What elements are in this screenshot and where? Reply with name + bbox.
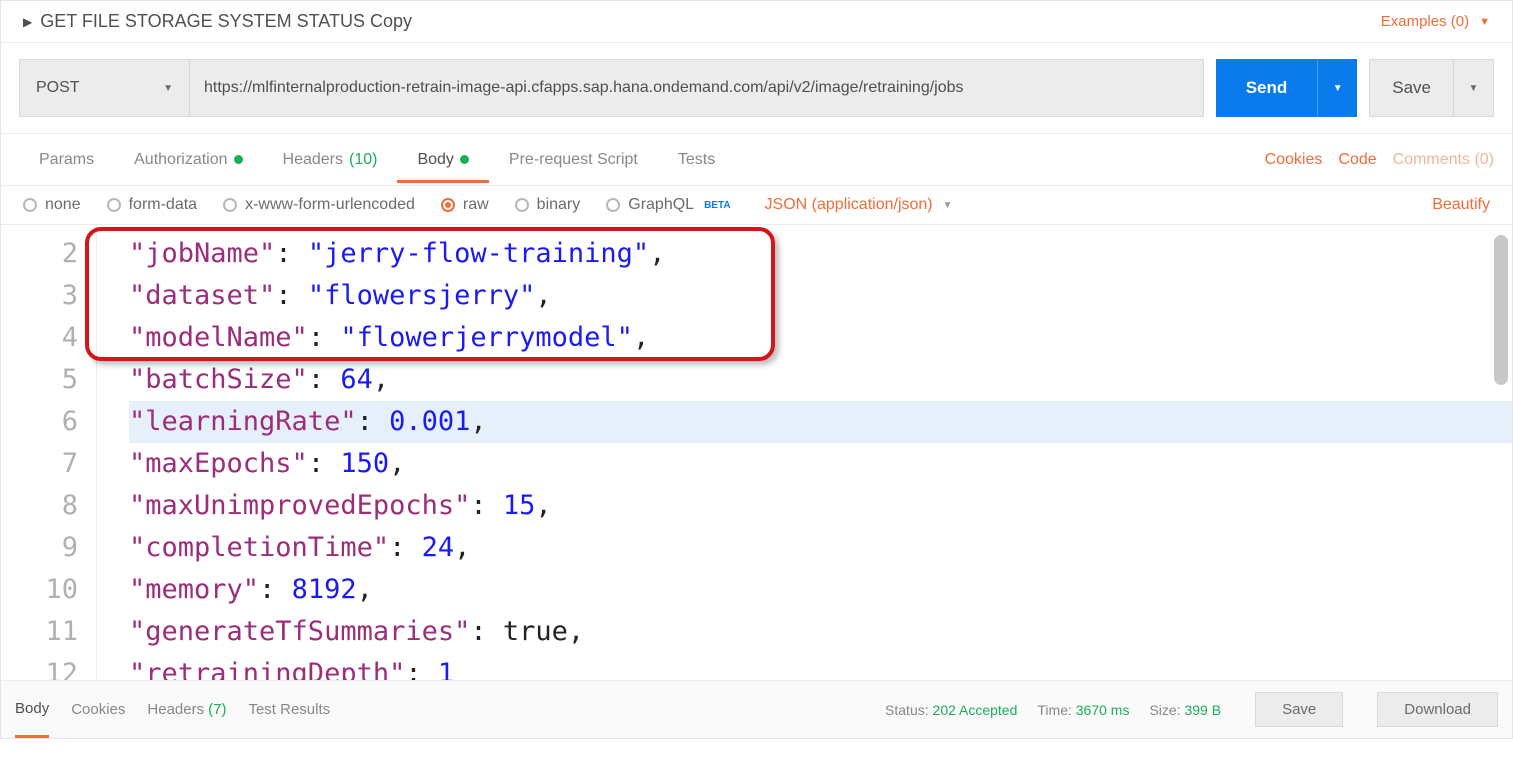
save-button[interactable]: Save (1369, 59, 1454, 117)
status-value: 202 Accepted (933, 702, 1018, 718)
size-value: 399 B (1184, 702, 1221, 718)
url-value: https://mlfinternalproduction-retrain-im… (204, 79, 964, 97)
size-block: Size: 399 B (1149, 702, 1221, 718)
request-tabs: Params Authorization Headers (10) Body P… (1, 134, 1512, 186)
ftab-body[interactable]: Body (15, 681, 49, 738)
content-type-dropdown[interactable]: JSON (application/json) ▼ (765, 196, 953, 214)
bodytype-graphql[interactable]: GraphQL BETA (606, 196, 730, 214)
time-block: Time: 3670 ms (1037, 702, 1129, 718)
code-line[interactable]: "generateTfSummaries": true, (129, 611, 1512, 653)
ftab-headers[interactable]: Headers (7) (147, 681, 226, 738)
indicator-dot-icon (460, 155, 469, 164)
chevron-down-icon: ▼ (1479, 16, 1490, 28)
bodytype-formdata[interactable]: form-data (107, 196, 197, 214)
code-line[interactable]: "modelName": "flowerjerrymodel", (129, 317, 1512, 359)
tab-label: Headers (283, 151, 343, 169)
code-line[interactable]: "maxUnimprovedEpochs": 15, (129, 485, 1512, 527)
time-value: 3670 ms (1076, 702, 1130, 718)
tab-headers[interactable]: Headers (10) (263, 137, 398, 183)
ftab-count: (7) (208, 701, 226, 718)
bodytype-xwww[interactable]: x-www-form-urlencoded (223, 196, 415, 214)
code-link[interactable]: Code (1338, 151, 1376, 169)
cookies-link[interactable]: Cookies (1265, 151, 1323, 169)
ftab-label: Headers (147, 701, 204, 718)
request-title[interactable]: GET FILE STORAGE SYSTEM STATUS Copy (40, 11, 1381, 32)
response-download-button[interactable]: Download (1377, 692, 1498, 727)
code-line[interactable]: "retrainingDepth": 1 (129, 653, 1512, 680)
code-line[interactable]: "maxEpochs": 150, (129, 443, 1512, 485)
radio-label: x-www-form-urlencoded (245, 196, 415, 214)
radio-label: binary (537, 196, 581, 214)
radio-label: raw (463, 196, 489, 214)
scrollbar-thumb[interactable] (1494, 235, 1508, 385)
chevron-down-icon: ▼ (943, 200, 953, 211)
tab-authorization[interactable]: Authorization (114, 137, 262, 183)
response-footer: Body Cookies Headers (7) Test Results St… (1, 680, 1512, 738)
radio-icon (107, 198, 121, 212)
url-input[interactable]: https://mlfinternalproduction-retrain-im… (189, 59, 1204, 117)
code-line[interactable]: "memory": 8192, (129, 569, 1512, 611)
code-line[interactable]: "batchSize": 64, (129, 359, 1512, 401)
radio-icon (515, 198, 529, 212)
bodytype-raw[interactable]: raw (441, 196, 489, 214)
save-dropdown-button[interactable]: ▼ (1454, 59, 1494, 117)
response-save-button[interactable]: Save (1255, 692, 1343, 727)
method-select[interactable]: POST ▼ (19, 59, 189, 117)
code-area[interactable]: "jobName": "jerry-flow-training","datase… (97, 225, 1512, 680)
examples-dropdown[interactable]: Examples (0) ▼ (1381, 13, 1490, 30)
radio-icon (23, 198, 37, 212)
beta-badge: BETA (704, 200, 730, 211)
tab-label: Body (417, 151, 453, 169)
tab-label: Authorization (134, 151, 227, 169)
line-gutter: 23456789101112 (1, 225, 97, 680)
chevron-down-icon: ▼ (1469, 83, 1479, 94)
tab-tests[interactable]: Tests (658, 137, 735, 183)
tab-prerequest[interactable]: Pre-request Script (489, 137, 658, 183)
radio-icon (223, 198, 237, 212)
tab-params[interactable]: Params (19, 137, 114, 183)
send-dropdown-button[interactable]: ▼ (1317, 59, 1357, 117)
collapse-caret-icon[interactable]: ▶ (23, 15, 32, 29)
ftab-tests[interactable]: Test Results (248, 681, 330, 738)
bodytype-none[interactable]: none (23, 196, 81, 214)
body-type-row: none form-data x-www-form-urlencoded raw… (1, 186, 1512, 225)
send-button-group: Send ▼ (1216, 59, 1358, 117)
save-button-group: Save ▼ (1369, 59, 1494, 117)
chevron-down-icon: ▼ (1333, 83, 1343, 94)
code-line[interactable]: "dataset": "flowersjerry", (129, 275, 1512, 317)
radio-label: none (45, 196, 81, 214)
send-button[interactable]: Send (1216, 59, 1318, 117)
content-type-label: JSON (application/json) (765, 196, 933, 214)
examples-label: Examples (0) (1381, 13, 1469, 30)
time-label: Time: (1037, 702, 1071, 718)
radio-icon (441, 198, 455, 212)
code-line[interactable]: "completionTime": 24, (129, 527, 1512, 569)
tab-body[interactable]: Body (397, 137, 488, 183)
status-label: Status: (885, 702, 929, 718)
comments-link[interactable]: Comments (0) (1393, 151, 1494, 169)
ftab-cookies[interactable]: Cookies (71, 681, 125, 738)
code-line[interactable]: "jobName": "jerry-flow-training", (129, 233, 1512, 275)
request-header: ▶ GET FILE STORAGE SYSTEM STATUS Copy Ex… (1, 1, 1512, 43)
size-label: Size: (1149, 702, 1180, 718)
url-row: POST ▼ https://mlfinternalproduction-ret… (1, 43, 1512, 134)
status-block: Status: 202 Accepted (885, 702, 1017, 718)
method-value: POST (36, 79, 80, 97)
chevron-down-icon: ▼ (163, 83, 173, 94)
indicator-dot-icon (234, 155, 243, 164)
radio-label: form-data (129, 196, 197, 214)
beautify-link[interactable]: Beautify (1432, 196, 1490, 214)
headers-count: (10) (349, 151, 377, 169)
code-line[interactable]: "learningRate": 0.001, (129, 401, 1512, 443)
radio-label: GraphQL (628, 196, 694, 214)
radio-icon (606, 198, 620, 212)
body-editor[interactable]: 23456789101112 "jobName": "jerry-flow-tr… (1, 225, 1512, 680)
bodytype-binary[interactable]: binary (515, 196, 581, 214)
